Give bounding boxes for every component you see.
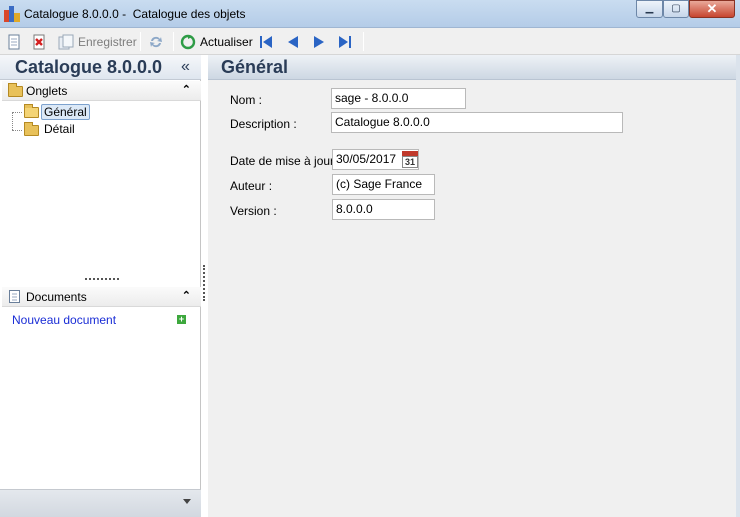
first-record-icon — [258, 34, 274, 50]
toolbar: Enregistrer Actualiser — [0, 28, 740, 55]
horizontal-splitter[interactable] — [85, 278, 119, 280]
documents-section-label: Documents — [26, 290, 87, 304]
next-record-button[interactable] — [311, 32, 327, 51]
tree-connector — [12, 112, 22, 113]
save-icon — [58, 34, 74, 50]
refresh-icon — [180, 34, 196, 50]
documents-section-header[interactable]: Documents ⌃ — [2, 287, 201, 307]
add-icon[interactable]: + — [177, 315, 186, 324]
window-titlebar: Catalogue 8.0.0.0 - Catalogue des objets… — [0, 0, 740, 28]
calendar-icon[interactable]: 31 — [401, 151, 419, 169]
new-document-link[interactable]: Nouveau document — [12, 313, 116, 327]
onglets-section-header[interactable]: Onglets ⌃ — [2, 81, 201, 101]
minimize-button[interactable]: ▁ — [636, 0, 663, 18]
author-field[interactable]: (c) Sage France — [332, 174, 435, 195]
onglets-section-label: Onglets — [26, 84, 68, 98]
left-panel: Catalogue 8.0.0.0 « Onglets ⌃ Général Dé… — [0, 55, 201, 517]
left-panel-header: Catalogue 8.0.0.0 « — [0, 55, 201, 80]
first-record-button[interactable] — [258, 32, 274, 51]
delete-button[interactable] — [31, 32, 47, 51]
version-label: Version : — [230, 204, 277, 218]
version-field[interactable]: 8.0.0.0 — [332, 199, 435, 220]
toolbar-separator — [173, 32, 174, 51]
open-folder-icon — [24, 104, 39, 118]
page-title: Général — [221, 57, 289, 77]
toolbar-separator — [140, 32, 141, 51]
calendar-day: 31 — [402, 156, 418, 168]
last-record-button[interactable] — [337, 32, 353, 51]
vertical-splitter[interactable] — [203, 265, 205, 301]
window-title: Catalogue 8.0.0.0 - Catalogue des objets — [24, 7, 246, 21]
new-document-icon — [6, 34, 22, 50]
folder-icon — [8, 83, 23, 97]
main-panel-header: Général — [208, 55, 736, 80]
toolbar-separator — [363, 32, 364, 51]
app-icon — [4, 6, 20, 22]
maximize-button[interactable]: ▢ — [663, 0, 689, 18]
tree-connector — [12, 112, 13, 130]
main-panel: Général Nom : sage - 8.0.0.0 Description… — [208, 55, 736, 517]
save-button[interactable]: Enregistrer — [58, 32, 137, 51]
tab-general[interactable]: Général — [41, 104, 90, 120]
collapse-panel-button[interactable]: « — [181, 58, 190, 76]
folder-icon — [24, 122, 39, 136]
previous-record-icon — [285, 34, 301, 50]
author-label: Auteur : — [230, 179, 273, 193]
refresh-button[interactable]: Actualiser — [180, 32, 253, 51]
collapse-section-icon[interactable]: ⌃ — [182, 289, 191, 302]
collapse-section-icon[interactable]: ⌃ — [182, 83, 191, 96]
delete-icon — [31, 34, 47, 50]
document-icon — [9, 290, 21, 307]
last-record-icon — [337, 34, 353, 50]
date-label: Date de mise à jour : — [230, 154, 341, 168]
sync-icon — [148, 34, 164, 50]
next-record-icon — [311, 34, 327, 50]
refresh-label: Actualiser — [200, 34, 253, 49]
tab-detail[interactable]: Détail — [42, 122, 77, 138]
name-field[interactable]: sage - 8.0.0.0 — [331, 88, 466, 109]
chevron-down-icon[interactable] — [183, 499, 191, 504]
left-panel-title: Catalogue 8.0.0.0 — [15, 57, 163, 77]
sync-button[interactable] — [148, 32, 164, 51]
name-label: Nom : — [230, 93, 263, 107]
left-panel-footer[interactable] — [0, 489, 201, 517]
description-label: Description : — [230, 117, 297, 131]
save-label: Enregistrer — [78, 34, 137, 49]
tree-connector — [12, 130, 22, 131]
previous-record-button[interactable] — [285, 32, 301, 51]
new-button[interactable] — [6, 32, 22, 51]
window-right-border — [736, 55, 740, 517]
description-field[interactable]: Catalogue 8.0.0.0 — [331, 112, 623, 133]
close-button[interactable]: ✕ — [689, 0, 735, 18]
